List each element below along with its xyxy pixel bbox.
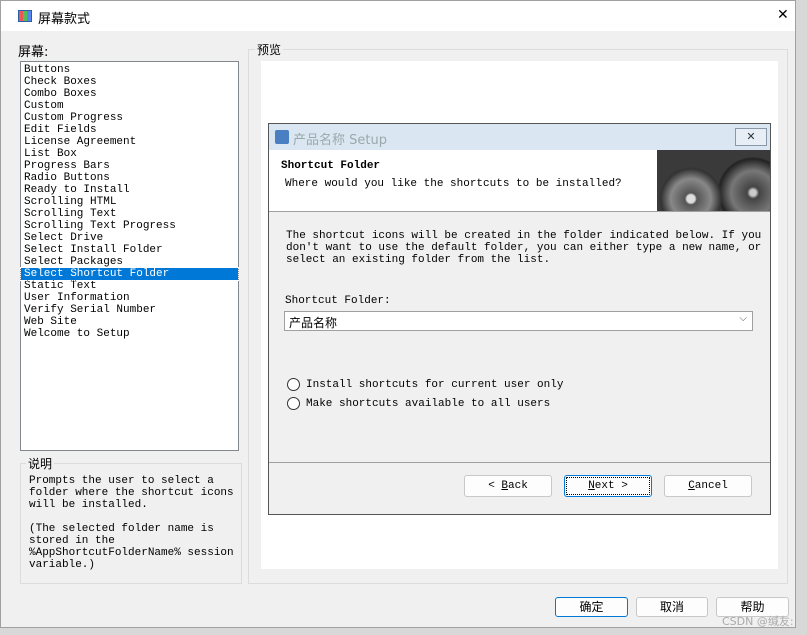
chevron-down-icon: ⌵ bbox=[739, 313, 747, 324]
list-item[interactable]: List Box bbox=[21, 148, 238, 160]
screens-listbox[interactable]: Buttons Check Boxes Combo Boxes Custom Custo… bbox=[20, 61, 239, 451]
back-prefix: < bbox=[488, 480, 502, 492]
radio-all-users-label: Make shortcuts available to all users bbox=[306, 398, 551, 410]
description-text: Prompts the user to select a folder wher… bbox=[29, 475, 234, 571]
list-item[interactable]: Select Packages bbox=[21, 256, 238, 268]
window-title: 屏幕款式 bbox=[38, 12, 91, 27]
list-item[interactable]: Scrolling Text Progress bbox=[21, 220, 238, 232]
list-item[interactable]: Scrolling Text bbox=[21, 208, 238, 220]
list-item[interactable]: Custom bbox=[21, 100, 238, 112]
list-item[interactable]: Verify Serial Number bbox=[21, 304, 238, 316]
list-item[interactable]: Select Shortcut Folder bbox=[20, 267, 239, 281]
radio-current-user-label: Install shortcuts for current user only bbox=[306, 379, 564, 391]
list-item[interactable]: Ready to Install bbox=[21, 184, 238, 196]
list-item[interactable]: Select Install Folder bbox=[21, 244, 238, 256]
back-accesskey: B bbox=[501, 480, 508, 492]
next-rest: ext > bbox=[594, 480, 628, 492]
description-label: 说明 bbox=[26, 455, 55, 472]
ok-button[interactable]: 确定 bbox=[555, 597, 628, 617]
list-item[interactable]: Scrolling HTML bbox=[21, 196, 238, 208]
app-icon bbox=[18, 10, 32, 22]
watermark: CSDN @缄友: bbox=[722, 615, 794, 628]
list-item[interactable]: Buttons bbox=[21, 64, 238, 76]
list-item[interactable]: Custom Progress bbox=[21, 112, 238, 124]
screens-label: 屏幕: bbox=[18, 45, 49, 60]
setup-title-bar: 产品名称 Setup ✕ bbox=[269, 124, 770, 150]
list-item[interactable]: Combo Boxes bbox=[21, 88, 238, 100]
list-item[interactable]: Edit Fields bbox=[21, 124, 238, 136]
list-item[interactable]: License Agreement bbox=[21, 136, 238, 148]
next-accesskey: N bbox=[588, 480, 595, 492]
radio-all-users[interactable] bbox=[287, 397, 300, 410]
setup-icon bbox=[275, 130, 289, 144]
list-item[interactable]: User Information bbox=[21, 292, 238, 304]
list-item[interactable]: Radio Buttons bbox=[21, 172, 238, 184]
setup-title: 产品名称 Setup bbox=[293, 133, 387, 148]
setup-subheading: Where would you like the shortcuts to be… bbox=[285, 178, 622, 190]
back-button[interactable]: < Back bbox=[464, 475, 552, 497]
setup-close-button[interactable]: ✕ bbox=[735, 128, 767, 146]
close-icon[interactable]: ✕ bbox=[777, 7, 789, 23]
cancel-accesskey: C bbox=[688, 480, 695, 492]
button-separator bbox=[269, 462, 770, 463]
shortcut-folder-label: Shortcut Folder: bbox=[285, 295, 391, 307]
title-bar: 屏幕款式 ✕ bbox=[1, 1, 795, 31]
cancel-button[interactable]: Cancel bbox=[664, 475, 752, 497]
setup-header: Shortcut Folder Where would you like the… bbox=[269, 150, 770, 212]
close-icon: ✕ bbox=[746, 130, 756, 143]
radio-current-user[interactable] bbox=[287, 378, 300, 391]
list-item[interactable]: Web Site bbox=[21, 316, 238, 328]
list-item[interactable]: Welcome to Setup bbox=[21, 328, 238, 340]
gears-image bbox=[657, 150, 770, 211]
shortcut-folder-value: 产品名称 bbox=[289, 316, 338, 330]
screen-style-dialog: 屏幕款式 ✕ 屏幕: Buttons Check Boxes Combo Boxes… bbox=[0, 0, 796, 628]
cancel-main-button[interactable]: 取消 bbox=[636, 597, 708, 617]
setup-heading: Shortcut Folder bbox=[281, 160, 381, 172]
back-rest: ack bbox=[508, 480, 528, 492]
next-button[interactable]: Next > bbox=[564, 475, 652, 497]
setup-dialog-preview: 产品名称 Setup ✕ Shortcut Folder Where would… bbox=[268, 123, 771, 515]
list-item[interactable]: Check Boxes bbox=[21, 76, 238, 88]
list-item[interactable]: Select Drive bbox=[21, 232, 238, 244]
cancel-rest: ancel bbox=[694, 480, 728, 492]
shortcut-folder-combo[interactable]: 产品名称 ⌵ bbox=[284, 311, 753, 331]
list-item[interactable]: Static Text bbox=[21, 280, 238, 292]
setup-body-text: The shortcut icons will be created in th… bbox=[286, 230, 762, 266]
preview-label: 预览 bbox=[255, 41, 284, 58]
list-item[interactable]: Progress Bars bbox=[21, 160, 238, 172]
